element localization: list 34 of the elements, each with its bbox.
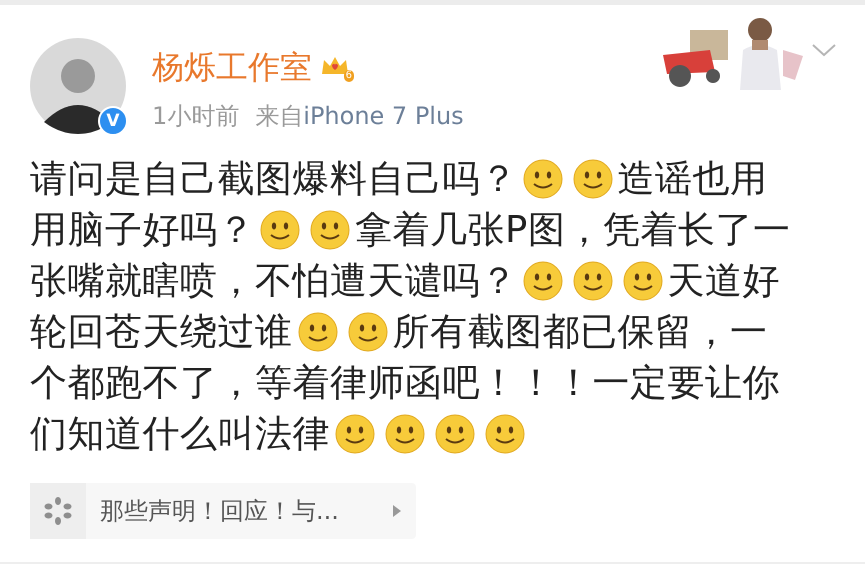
source-label: 来自 [255, 102, 304, 130]
post-text: 用脑子好吗？ [30, 207, 255, 253]
topic-card[interactable]: 那些声明！回应！与... [30, 483, 416, 539]
author-name[interactable]: 杨烁工作室 [152, 46, 312, 90]
smiley-icon [298, 312, 338, 352]
smiley-icon [310, 210, 350, 250]
post-text: 张嘴就瞎喷，不怕遭天谴吗？ [30, 258, 518, 304]
topic-title: 那些声明！回应！与... [100, 496, 339, 527]
smiley-icon [522, 158, 562, 198]
smiley-icon [572, 158, 612, 198]
post-text: 们知道什么叫法律 [30, 411, 330, 457]
avatar[interactable] [30, 38, 126, 134]
source-link[interactable]: iPhone 7 Plus [303, 102, 464, 130]
post-time: 1小时前 [152, 102, 240, 130]
post-text: 造谣也用 [618, 156, 768, 202]
smiley-icon [485, 414, 525, 454]
smiley-icon [348, 312, 388, 352]
smiley-icon [622, 260, 662, 300]
post-text: 个都跑不了，等着律师函吧！！！一定要让你 [30, 360, 780, 406]
vip-badge: 6 [320, 54, 354, 82]
post-text: 请问是自己截图爆料自己吗？ [30, 156, 518, 202]
triangle-right-icon [392, 504, 402, 518]
smiley-icon [385, 414, 425, 454]
post-text: 天道好 [668, 258, 780, 304]
post-text: 拿着几张P图，凭着长了一 [355, 207, 790, 253]
smiley-icon [522, 260, 562, 300]
post-text: 轮回苍天绕过谁 [30, 309, 292, 355]
verified-badge: V [98, 106, 128, 136]
flower-icon [43, 496, 73, 526]
smiley-icon [435, 414, 475, 454]
post-text: 所有截图都已保留，一 [392, 309, 768, 355]
smiley-icon [572, 260, 612, 300]
smiley-icon [260, 210, 300, 250]
smiley-icon [335, 414, 375, 454]
